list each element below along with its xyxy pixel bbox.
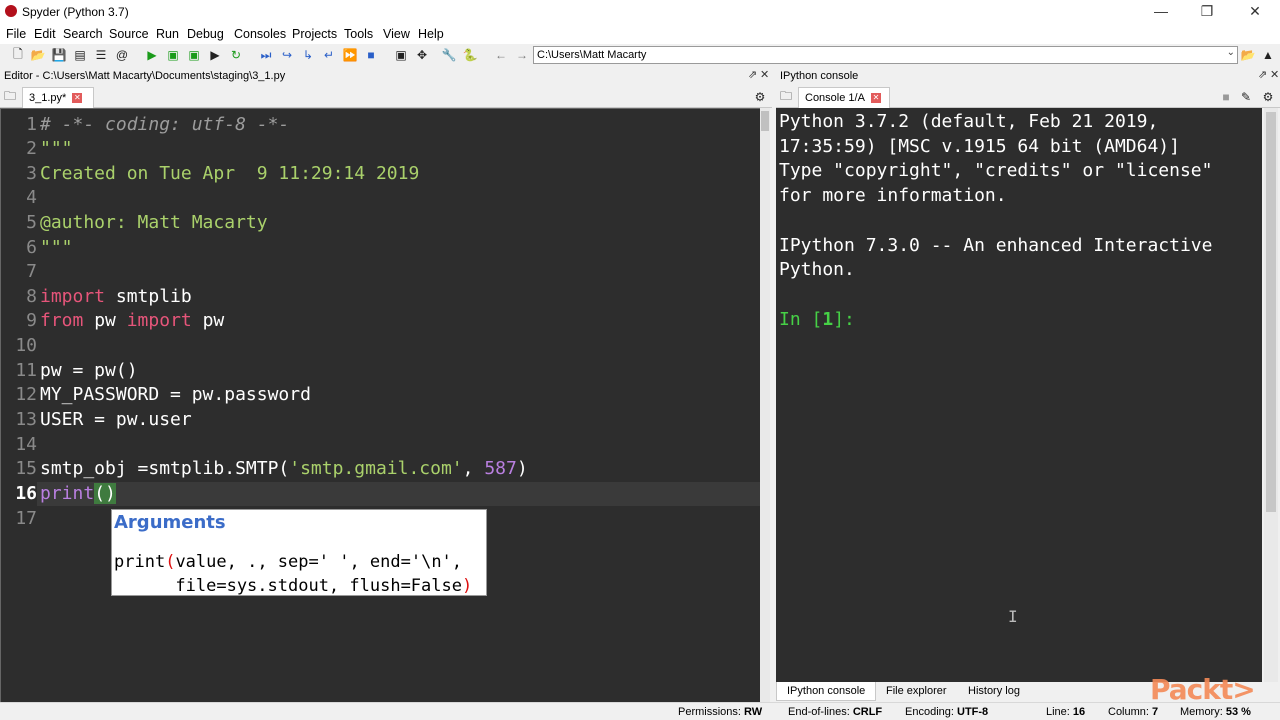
run-cell-icon[interactable]: ▣ [165, 47, 181, 63]
gear-icon[interactable]: ⚙ [752, 89, 768, 105]
save-all-icon[interactable]: ▤ [72, 47, 88, 63]
menu-projects[interactable]: Projects [292, 27, 337, 41]
status-memory: Memory: 53 % [1180, 706, 1251, 718]
working-directory-input[interactable]: C:\Users\Matt Macarty ⌄ [533, 46, 1238, 64]
toolbar: 🗋 📂 💾 ▤ ☰ @ ▶ ▣ ▣ ▶ ↻ ⏭ ↪ ↳ ↵ ⏩ ■ ▣ ✥ 🔧 … [0, 44, 1280, 66]
calltip-popup: Arguments print(value, ., sep=' ', end='… [111, 509, 487, 596]
new-file-icon[interactable]: 🗋 [10, 47, 26, 63]
browse-tabs-icon[interactable]: 🗀 [778, 89, 794, 105]
console-output-line: Type "copyright", "credits" or "license" [779, 160, 1213, 181]
run-selection-icon[interactable]: ▶ [207, 47, 223, 63]
text-cursor-icon: I [1008, 607, 1018, 626]
console-output-line: 17:35:59) [MSC v.1915 64 bit (AMD64)] [779, 136, 1180, 157]
packt-watermark-logo: Packt> [1150, 673, 1256, 706]
tab-3-1-py[interactable]: 3_1.py* ✕ [22, 87, 94, 108]
menu-consoles[interactable]: Consoles [234, 27, 286, 41]
gear-icon[interactable]: ⚙ [1260, 89, 1276, 105]
calltip-title: Arguments [114, 512, 226, 533]
step-into-icon[interactable]: ↳ [300, 47, 316, 63]
fullscreen-icon[interactable]: ✥ [414, 47, 430, 63]
python-path-icon[interactable]: 🐍 [462, 47, 478, 63]
editor-pane-header: Editor - C:\Users\Matt Macarty\Documents… [0, 66, 770, 86]
menu-view[interactable]: View [383, 27, 410, 41]
menu-search[interactable]: Search [63, 27, 103, 41]
run-icon[interactable]: ▶ [144, 47, 160, 63]
close-pane-icon[interactable]: ✕ [1270, 68, 1279, 81]
close-pane-icon[interactable]: ✕ [760, 68, 769, 81]
preferences-list-icon[interactable]: ☰ [93, 47, 109, 63]
window-title: Spyder (Python 3.7) [22, 5, 129, 19]
save-icon[interactable]: 💾 [51, 47, 67, 63]
open-file-icon[interactable]: 📂 [30, 47, 46, 63]
stop-debug-icon[interactable]: ■ [363, 47, 379, 63]
console-output-line: Python. [779, 259, 855, 280]
menu-edit[interactable]: Edit [34, 27, 56, 41]
menu-run[interactable]: Run [156, 27, 179, 41]
working-directory-value: C:\Users\Matt Macarty [537, 49, 647, 61]
editor-scrollbar[interactable] [760, 108, 770, 704]
clear-console-icon[interactable]: ✎ [1238, 89, 1254, 105]
close-tab-icon[interactable]: ✕ [72, 93, 83, 104]
console-output-line: IPython 7.3.0 -- An enhanced Interactive [779, 235, 1213, 256]
status-line: Line: 16 [1046, 706, 1086, 718]
editor-scrollbar-thumb[interactable] [761, 111, 769, 131]
browse-folder-icon[interactable]: 📂 [1240, 47, 1256, 63]
tab-ipython-console[interactable]: IPython console [776, 682, 877, 701]
close-window-button[interactable]: ✕ [1232, 0, 1278, 24]
browse-tabs-icon[interactable]: 🗀 [2, 89, 18, 105]
tab-label: 3_1.py* [29, 92, 67, 104]
debug-icon[interactable]: ⏭ [258, 47, 274, 63]
status-eol: End-of-lines: CRLF [788, 706, 883, 718]
chevron-down-icon[interactable]: ⌄ [1227, 47, 1235, 58]
calltip-signature: print(value, ., sep=' ', end='\n', file=… [114, 552, 473, 596]
console-scrollbar[interactable] [1264, 108, 1278, 682]
menu-source[interactable]: Source [109, 27, 149, 41]
close-tab-icon[interactable]: ✕ [870, 93, 881, 104]
menu-file[interactable]: File [6, 27, 26, 41]
wrench-icon[interactable]: 🔧 [441, 47, 457, 63]
continue-icon[interactable]: ⏩ [342, 47, 358, 63]
editor-header-title: Editor - C:\Users\Matt Macarty\Documents… [4, 70, 286, 82]
undock-icon[interactable]: ⇗ [748, 68, 757, 81]
minimize-button[interactable]: — [1138, 0, 1184, 24]
undock-icon[interactable]: ⇗ [1258, 68, 1267, 81]
menu-tools[interactable]: Tools [344, 27, 373, 41]
at-icon[interactable]: @ [114, 47, 130, 63]
tab-console-1a[interactable]: Console 1/A ✕ [798, 87, 890, 108]
status-column: Column: 7 [1108, 706, 1159, 718]
code-editor[interactable]: 1 # -*- coding: utf-8 -*- 2 """ 3 Created o… [0, 108, 770, 704]
console-pane-header: IPython console ⇗ ✕ [776, 66, 1280, 86]
tab-file-explorer[interactable]: File explorer [876, 682, 957, 701]
status-bar: Permissions: RW End-of-lines: CRLF Encod… [0, 702, 1280, 720]
ipython-console[interactable]: Python 3.7.2 (default, Feb 21 2019, 17:3… [776, 108, 1262, 682]
menu-debug[interactable]: Debug [187, 27, 224, 41]
console-tab-row: 🗀 Console 1/A ✕ ■ ✎ ⚙ [776, 86, 1280, 108]
console-prompt[interactable]: In [1]: [779, 307, 855, 332]
current-line-highlight [37, 482, 761, 506]
step-icon[interactable]: ↪ [279, 47, 295, 63]
maximize-button[interactable]: ❐ [1184, 0, 1230, 24]
console-output-line: for more information. [779, 185, 1007, 206]
status-permissions: Permissions: RW [678, 706, 763, 718]
status-encoding: Encoding: UTF-8 [905, 706, 989, 718]
editor-tab-row: 🗀 3_1.py* ✕ ⚙ [0, 86, 772, 108]
step-return-icon[interactable]: ↵ [321, 47, 337, 63]
console-header-title: IPython console [780, 70, 859, 82]
forward-arrow-icon[interactable]: → [514, 47, 530, 63]
spyder-logo-icon [5, 5, 17, 17]
title-bar: Spyder (Python 3.7) — ❐ ✕ [0, 0, 1280, 24]
stop-icon[interactable]: ■ [1218, 89, 1234, 105]
console-output-line: Python 3.7.2 (default, Feb 21 2019, [779, 111, 1159, 132]
parent-dir-icon[interactable]: ▲ [1260, 47, 1276, 63]
menu-bar: File Edit Search Source Run Debug Consol… [0, 24, 1280, 44]
tab-label: Console 1/A [805, 92, 865, 104]
tab-history-log[interactable]: History log [958, 682, 1030, 701]
back-arrow-icon[interactable]: ← [493, 47, 509, 63]
run-cell-advance-icon[interactable]: ▣ [186, 47, 202, 63]
console-scrollbar-thumb[interactable] [1266, 112, 1276, 512]
maximize-pane-icon[interactable]: ▣ [393, 47, 409, 63]
rerun-icon[interactable]: ↻ [228, 47, 244, 63]
menu-help[interactable]: Help [418, 27, 444, 41]
